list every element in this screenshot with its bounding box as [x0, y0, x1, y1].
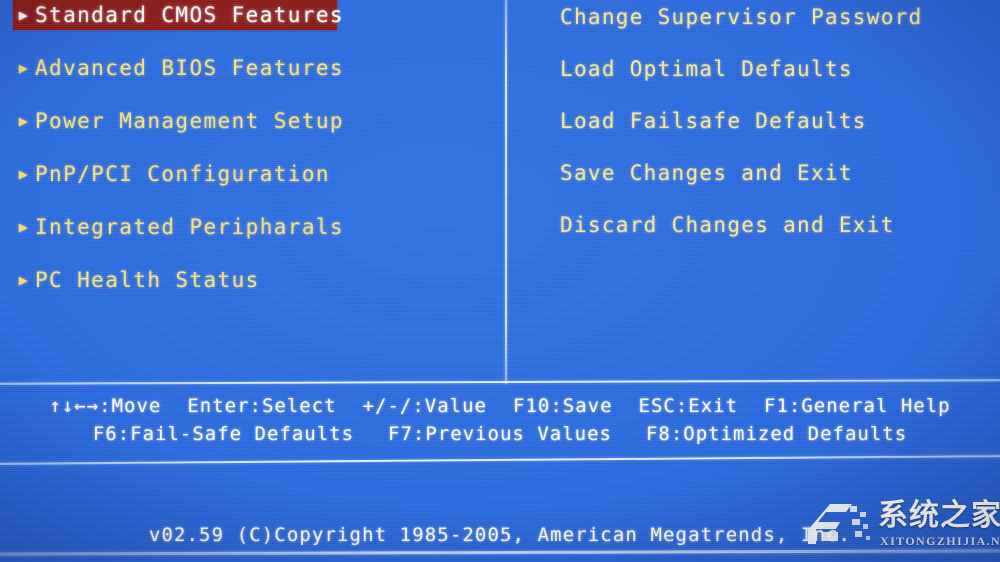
menu-item-load-failsafe-defaults[interactable]: Load Failsafe Defaults [560, 106, 980, 136]
menu-item-label: Load Optimal Defaults [560, 57, 853, 81]
bios-setup-screen: ▶ Standard CMOS Features ▶ Advanced BIOS… [0, 0, 1000, 562]
menu-item-advanced-bios-features[interactable]: ▶ Advanced BIOS Features [13, 53, 483, 83]
help-bar: ↑↓←→:Move Enter:Select +/-/:Value F10:Save E… [0, 392, 1000, 448]
triangle-right-icon: ▶ [18, 5, 30, 24]
menu-item-pc-health-status[interactable]: ▶ PC Health Status [13, 265, 483, 295]
help-key-enter-select: Enter:Select [187, 395, 337, 417]
left-menu-column: ▶ Standard CMOS Features ▶ Advanced BIOS… [13, 0, 483, 318]
menu-item-label: PnP/PCI Configuration [35, 162, 330, 186]
menu-item-label: Power Management Setup [35, 109, 344, 133]
triangle-right-icon: ▶ [18, 111, 30, 130]
horizontal-divider-top [0, 379, 1000, 385]
vertical-divider [505, 0, 507, 384]
help-key-f8-optimized-defaults: F8:Optimized Defaults [645, 423, 908, 445]
help-key-value: +/-/:Value [362, 395, 487, 417]
help-key-move: ↑↓←→:Move [49, 395, 162, 417]
menu-item-label: Save Changes and Exit [560, 161, 853, 185]
triangle-right-icon: ▶ [18, 217, 30, 236]
menu-item-integrated-peripharals[interactable]: ▶ Integrated Peripharals [13, 212, 483, 242]
help-bar-row-2: F6:Fail-Safe Defaults F7:Previous Values F… [0, 420, 1000, 448]
menu-item-label: PC Health Status [35, 268, 260, 292]
horizontal-divider-middle [0, 455, 1000, 465]
triangle-right-icon: ▶ [18, 164, 30, 183]
menu-item-label: Integrated Peripharals [35, 215, 344, 239]
menu-item-label: Advanced BIOS Features [35, 56, 344, 80]
horizontal-divider-bottom [0, 549, 1000, 556]
menu-item-label: Change Supervisor Password [560, 5, 923, 29]
right-menu-column: Change Supervisor Password Load Optimal … [560, 2, 980, 262]
help-bar-row-1: ↑↓←→:Move Enter:Select +/-/:Value F10:Save E… [0, 392, 1000, 420]
menu-item-label: Discard Changes and Exit [560, 213, 895, 237]
menu-item-save-changes-and-exit[interactable]: Save Changes and Exit [560, 158, 980, 188]
menu-item-load-optimal-defaults[interactable]: Load Optimal Defaults [560, 54, 980, 84]
copyright-text: v02.59 (C)Copyright 1985-2005, American … [148, 524, 852, 546]
menu-item-pnp-pci-configuration[interactable]: ▶ PnP/PCI Configuration [13, 159, 483, 189]
menu-item-label: Standard CMOS Features [35, 3, 344, 27]
help-key-esc-exit: ESC:Exit [638, 395, 739, 417]
triangle-right-icon: ▶ [18, 58, 30, 77]
help-key-f7-previous-values: F7:Previous Values [388, 423, 612, 445]
help-key-f1-general-help: F1:General Help [764, 395, 951, 417]
help-key-f6-fail-safe-defaults: F6:Fail-Safe Defaults [92, 423, 355, 445]
menu-item-power-management-setup[interactable]: ▶ Power Management Setup [13, 106, 483, 136]
help-key-f10-save: F10:Save [513, 395, 613, 417]
menu-item-discard-changes-and-exit[interactable]: Discard Changes and Exit [560, 210, 980, 240]
triangle-right-icon: ▶ [18, 270, 30, 289]
menu-item-change-supervisor-password[interactable]: Change Supervisor Password [560, 2, 980, 32]
menu-item-standard-cmos-features[interactable]: ▶ Standard CMOS Features [13, 0, 343, 30]
menu-item-label: Load Failsafe Defaults [560, 109, 867, 133]
